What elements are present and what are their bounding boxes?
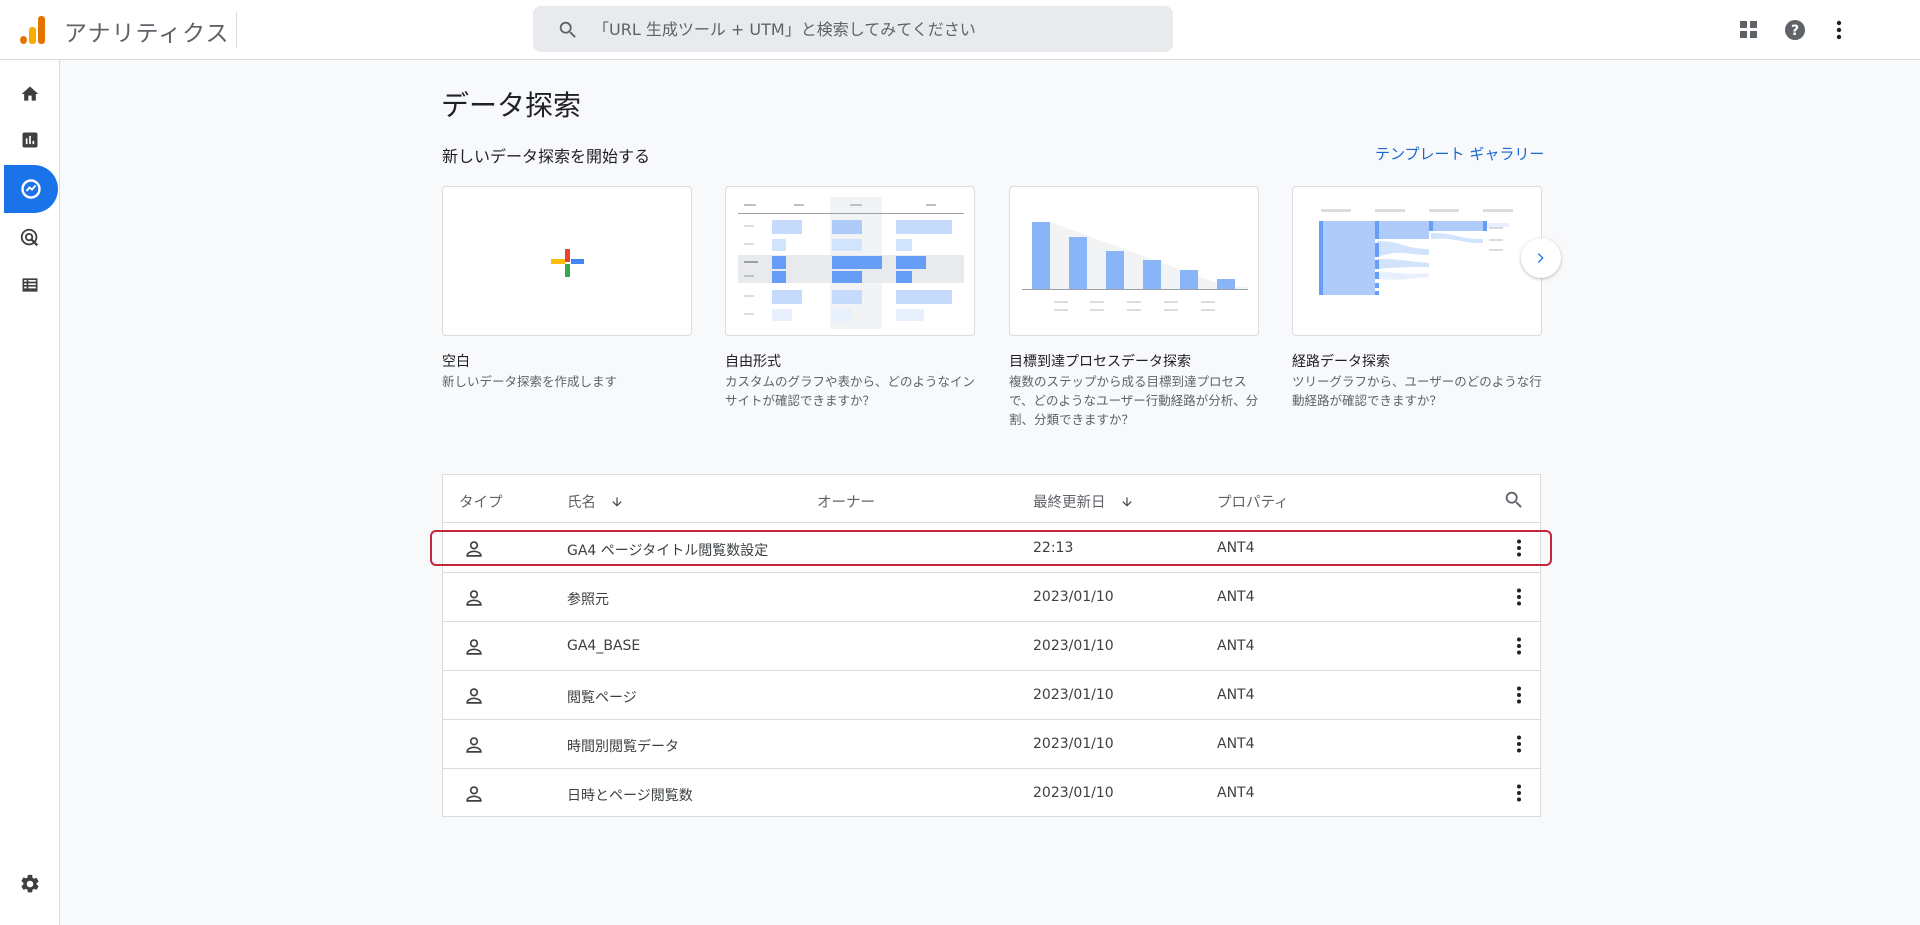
- more-vert-icon: [1517, 735, 1521, 753]
- template-name: 目標到達プロセスデータ探索: [1009, 354, 1191, 370]
- home-icon: [21, 86, 39, 101]
- help-icon[interactable]: ?: [1781, 16, 1809, 44]
- row-property: ANT4: [1217, 736, 1255, 752]
- table-row[interactable]: GA4 ページタイトル閲覧数設定 22:13 ANT4: [443, 524, 1540, 573]
- row-property: ANT4: [1217, 589, 1255, 605]
- row-modified: 2023/01/10: [1033, 785, 1114, 801]
- template-description: 新しいデータ探索を作成します: [442, 374, 618, 389]
- plus-icon: [551, 249, 584, 277]
- advertising-icon: [20, 228, 39, 247]
- col-property[interactable]: プロパティ: [1217, 491, 1289, 512]
- nav-configure[interactable]: [6, 263, 54, 307]
- left-nav: [0, 60, 60, 925]
- search-box[interactable]: [533, 6, 1173, 52]
- person-icon: [466, 688, 482, 704]
- row-menu-button[interactable]: [1507, 585, 1531, 609]
- nav-advertising[interactable]: [6, 216, 54, 260]
- table-search-icon[interactable]: [1503, 489, 1525, 511]
- person-icon: [466, 541, 482, 557]
- template-card-path[interactable]: [1292, 186, 1542, 336]
- top-bar: アナリティクス ?: [0, 0, 1920, 60]
- table-row[interactable]: GA4_BASE 2023/01/10 ANT4: [443, 622, 1540, 671]
- row-modified: 2023/01/10: [1033, 736, 1114, 752]
- col-modified-sort[interactable]: 最終更新日: [1033, 491, 1134, 512]
- search-input[interactable]: [593, 6, 1153, 52]
- arrow-down-icon: [612, 496, 622, 507]
- analytics-logo-icon[interactable]: [18, 14, 48, 44]
- nav-settings[interactable]: [6, 862, 54, 906]
- more-vert-icon: [1517, 539, 1521, 557]
- page-title: データ探索: [441, 89, 582, 122]
- table-row[interactable]: 参照元 2023/01/10 ANT4: [443, 573, 1540, 622]
- person-icon: [466, 639, 482, 655]
- row-menu-button[interactable]: [1507, 683, 1531, 707]
- row-name[interactable]: 時間別閲覧データ: [567, 736, 679, 756]
- template-name: 経路データ探索: [1292, 354, 1390, 370]
- person-icon: [466, 737, 482, 753]
- table-header: タイプ 氏名 オーナー 最終更新日 プロパティ: [443, 475, 1540, 523]
- row-property: ANT4: [1217, 540, 1255, 556]
- more-vert-icon: [1517, 784, 1521, 802]
- template-name: 空白: [442, 354, 470, 370]
- template-card-freeform[interactable]: [725, 186, 975, 336]
- row-name[interactable]: 日時とページ閲覧数: [567, 785, 693, 805]
- row-menu-button[interactable]: [1507, 634, 1531, 658]
- person-icon: [466, 590, 482, 606]
- template-description: カスタムのグラフや表から、どのようなインサイトが確認できますか？: [725, 374, 976, 408]
- person-icon: [466, 786, 482, 802]
- more-vert-icon: [1517, 686, 1521, 704]
- row-menu-button[interactable]: [1507, 781, 1531, 805]
- row-menu-button[interactable]: [1507, 536, 1531, 560]
- settings-icon: [21, 874, 39, 893]
- nav-explore[interactable]: [4, 165, 58, 213]
- template-name: 自由形式: [725, 354, 781, 370]
- arrow-down-icon: [1121, 496, 1132, 507]
- row-property: ANT4: [1217, 785, 1255, 801]
- search-icon: [559, 21, 576, 38]
- explore-icon: [21, 179, 41, 199]
- template-card-blank[interactable]: [442, 186, 692, 336]
- table-row[interactable]: 閲覧ページ 2023/01/10 ANT4: [443, 671, 1540, 720]
- nav-reports[interactable]: [6, 118, 54, 162]
- path-tree-thumbnail: [1319, 209, 1513, 295]
- funnel-chart-thumbnail: [1022, 222, 1248, 311]
- row-property: ANT4: [1217, 638, 1255, 654]
- template-description: 複数のステップから成る目標到達プロセスで、どのようなユーザー行動経路が分析、分割…: [1009, 374, 1259, 427]
- template-gallery-link[interactable]: テンプレート ギャラリー: [1375, 143, 1544, 164]
- row-modified: 2023/01/10: [1033, 638, 1114, 654]
- freeform-table-thumbnail: [738, 197, 964, 329]
- more-vert-icon: [1517, 637, 1521, 655]
- app-title[interactable]: アナリティクス: [64, 14, 229, 48]
- col-owner[interactable]: オーナー: [817, 491, 875, 512]
- more-vert-icon[interactable]: [1825, 16, 1853, 44]
- table-row[interactable]: 時間別閲覧データ 2023/01/10 ANT4: [443, 720, 1540, 769]
- col-type: タイプ: [459, 495, 503, 511]
- nav-home[interactable]: [6, 72, 54, 116]
- template-card-funnel[interactable]: [1009, 186, 1259, 336]
- next-templates-button[interactable]: [1521, 238, 1561, 278]
- reports-icon: [22, 132, 38, 148]
- more-vert-icon: [1517, 588, 1521, 606]
- row-property: ANT4: [1217, 687, 1255, 703]
- apps-grid-icon[interactable]: [1735, 16, 1763, 44]
- row-name[interactable]: 参照元: [567, 589, 609, 609]
- col-name-sort[interactable]: 氏名: [567, 491, 624, 512]
- template-description: ツリーグラフから、ユーザーのどのような行動経路が確認できますか？: [1292, 374, 1542, 408]
- explorations-table: タイプ 氏名 オーナー 最終更新日 プロパティ GA4 ページタイトル閲覧数設定…: [442, 474, 1541, 817]
- configure-icon: [22, 278, 38, 292]
- row-modified: 22:13: [1033, 540, 1074, 556]
- table-row[interactable]: 日時とページ閲覧数 2023/01/10 ANT4: [443, 769, 1540, 818]
- row-name[interactable]: GA4_BASE: [567, 638, 640, 654]
- row-name[interactable]: GA4 ページタイトル閲覧数設定: [567, 540, 768, 560]
- svg-text:?: ?: [1791, 23, 1799, 39]
- section-title: 新しいデータ探索を開始する: [442, 147, 651, 166]
- chevron-right-icon: [1537, 253, 1544, 263]
- row-modified: 2023/01/10: [1033, 589, 1114, 605]
- row-menu-button[interactable]: [1507, 732, 1531, 756]
- divider: [236, 12, 237, 48]
- row-name[interactable]: 閲覧ページ: [567, 687, 637, 707]
- row-modified: 2023/01/10: [1033, 687, 1114, 703]
